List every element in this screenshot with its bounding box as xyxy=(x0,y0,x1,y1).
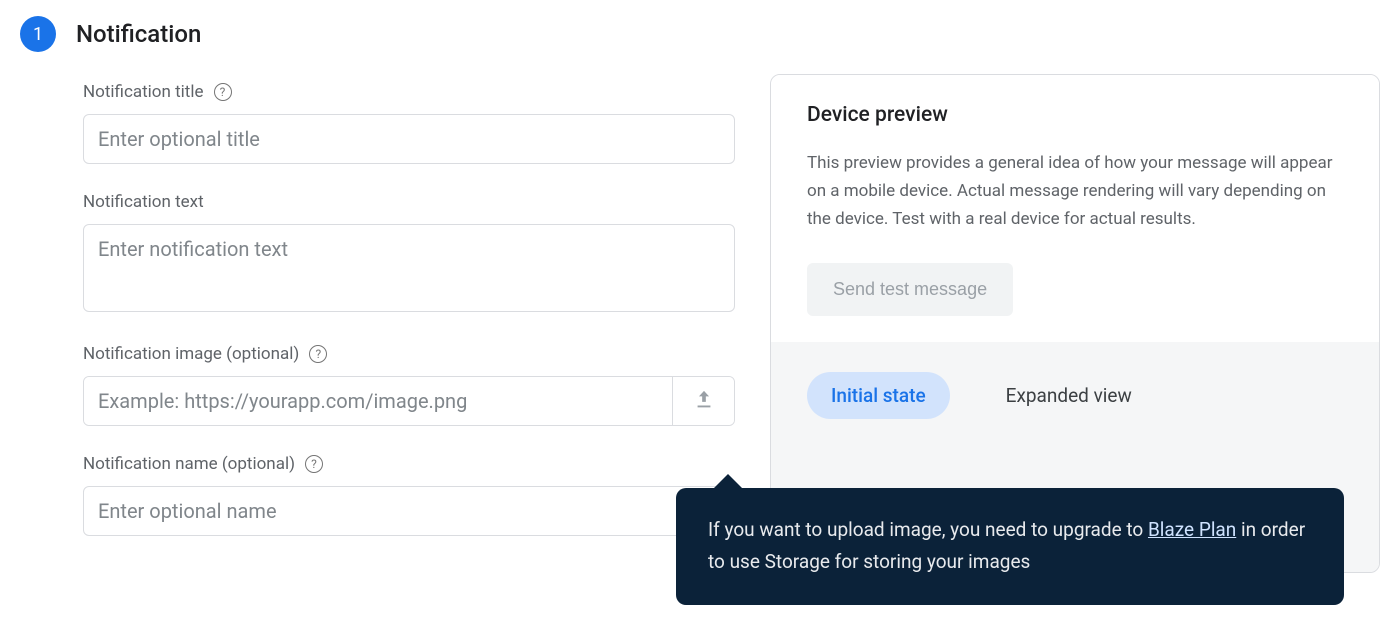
label-notification-name: Notification name (optional) xyxy=(83,454,295,474)
step-header: 1 Notification xyxy=(20,16,760,52)
notification-image-input[interactable] xyxy=(84,377,672,425)
device-preview-description: This preview provides a general idea of … xyxy=(807,149,1343,233)
step-number-badge: 1 xyxy=(20,16,56,52)
label-notification-image: Notification image (optional) xyxy=(83,344,299,364)
help-icon[interactable]: ? xyxy=(309,345,327,363)
label-notification-text: Notification text xyxy=(83,192,204,212)
label-notification-title: Notification title xyxy=(83,82,204,102)
tab-expanded-view[interactable]: Expanded view xyxy=(982,372,1156,419)
field-group-image: Notification image (optional) ? xyxy=(83,344,760,426)
help-icon[interactable]: ? xyxy=(305,455,323,473)
upload-image-button[interactable] xyxy=(672,377,734,425)
notification-name-input[interactable] xyxy=(83,486,735,536)
upload-upgrade-tooltip: If you want to upload image, you need to… xyxy=(676,488,1344,605)
upload-icon xyxy=(693,389,715,414)
field-group-name: Notification name (optional) ? xyxy=(83,454,760,536)
device-preview-heading: Device preview xyxy=(807,103,1343,127)
blaze-plan-link[interactable]: Blaze Plan xyxy=(1148,518,1236,541)
field-group-title: Notification title ? xyxy=(83,82,760,164)
notification-form: Notification title ? Notification text N… xyxy=(20,82,760,536)
help-icon[interactable]: ? xyxy=(214,83,232,101)
step-title: Notification xyxy=(76,20,201,48)
send-test-message-button[interactable]: Send test message xyxy=(807,263,1013,316)
notification-text-input[interactable] xyxy=(83,224,735,312)
preview-tabs: Initial state Expanded view xyxy=(807,372,1343,419)
image-input-row xyxy=(83,376,735,426)
tooltip-text-before: If you want to upload image, you need to… xyxy=(708,518,1148,541)
field-group-text: Notification text xyxy=(83,192,760,316)
notification-title-input[interactable] xyxy=(83,114,735,164)
tab-initial-state[interactable]: Initial state xyxy=(807,372,950,419)
